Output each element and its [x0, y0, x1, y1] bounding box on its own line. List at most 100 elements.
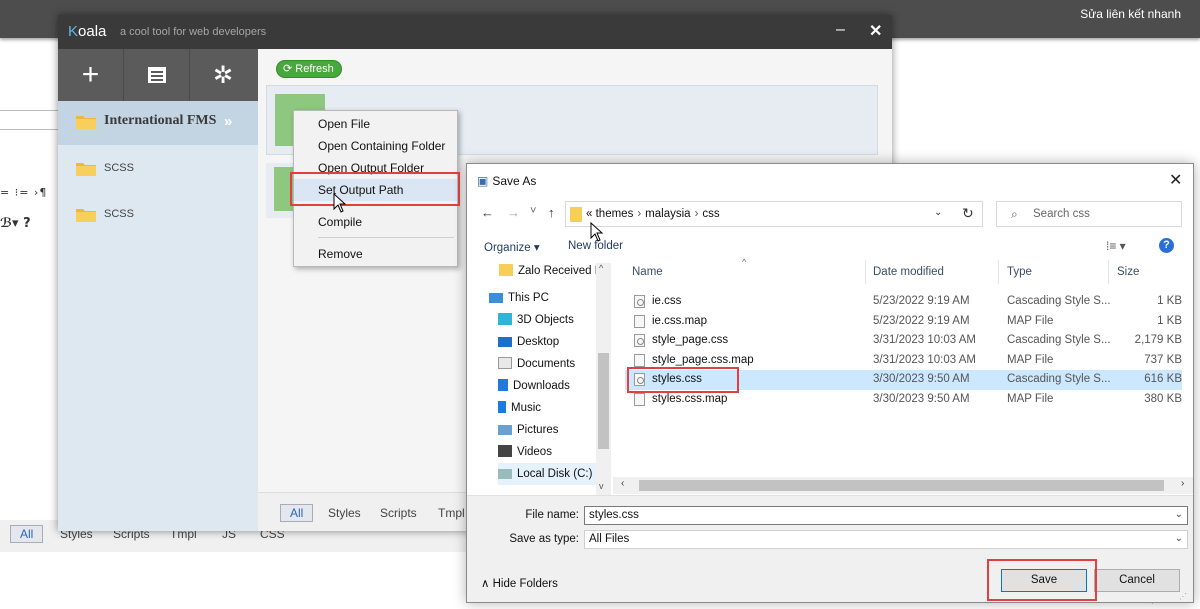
tree-item[interactable]: Videos [498, 441, 552, 463]
tab-scripts[interactable]: Scripts [380, 506, 417, 520]
tree-item[interactable]: Downloads [498, 375, 570, 397]
tree-item[interactable]: Music [498, 397, 541, 419]
css-file-icon [634, 295, 645, 308]
bg-input [0, 110, 62, 130]
folder-icon [570, 207, 582, 222]
tree-item[interactable]: 3D Objects [498, 309, 574, 331]
scroll-down-icon[interactable]: v [599, 481, 604, 491]
pc-icon [489, 293, 503, 303]
highlight-box [290, 172, 460, 206]
plus-icon: + [81, 58, 100, 91]
menu-open-containing-folder[interactable]: Open Containing Folder [294, 135, 457, 157]
search-input[interactable]: ⌕ Search css [996, 201, 1182, 227]
scroll-thumb[interactable] [598, 353, 609, 449]
close-button[interactable]: ✕ [869, 21, 882, 41]
horizontal-scrollbar[interactable]: ‹ › [613, 477, 1193, 494]
column-separator[interactable] [998, 260, 999, 284]
file-row[interactable]: ie.css 5/23/2022 9:19 AM Cascading Style… [625, 292, 1182, 312]
dialog-title: ▣ Save As [477, 174, 537, 188]
refresh-button[interactable]: ⟳ Refresh [276, 60, 342, 78]
column-separator[interactable] [865, 260, 866, 284]
hide-folders-button[interactable]: ∧ Hide Folders [481, 576, 558, 590]
back-button[interactable]: ← [481, 205, 494, 220]
add-project-button[interactable]: + [58, 49, 124, 101]
log-button[interactable] [124, 49, 190, 101]
up-button[interactable]: ↑ [548, 205, 555, 220]
scroll-up-icon[interactable]: ^ [599, 263, 603, 273]
koala-subtitle: a cool tool for web developers [120, 26, 267, 38]
column-size[interactable]: Size [1117, 266, 1139, 278]
bg-tab-all[interactable]: All [10, 525, 44, 543]
tree-item[interactable]: Local Disk (C:) [498, 463, 596, 485]
file-row[interactable]: style_page.css 3/31/2023 10:03 AM Cascad… [625, 331, 1182, 351]
koala-toolbar: + ✲ [58, 49, 258, 101]
file-name-label: File name: [525, 509, 579, 521]
sidebar-item-label: SCSS [104, 162, 134, 174]
mouse-cursor-icon [333, 193, 347, 213]
column-name[interactable]: Name [632, 266, 663, 278]
cube-icon [498, 313, 512, 325]
sidebar-item-scss-2[interactable]: SCSS [58, 194, 258, 238]
column-date-modified[interactable]: Date modified [873, 266, 944, 278]
view-options-icon[interactable]: ⁞≡ ▾ [1106, 239, 1126, 253]
command-bar: Organize ▾ New folder ⁞≡ ▾ ? [467, 234, 1193, 260]
tree-item[interactable]: Desktop [498, 331, 559, 353]
tree-item[interactable]: Pictures [498, 419, 559, 441]
cancel-button[interactable]: Cancel [1094, 569, 1180, 592]
menu-open-file[interactable]: Open File [294, 113, 457, 135]
download-icon [498, 379, 508, 391]
settings-button[interactable]: ✲ [190, 49, 256, 101]
resize-grip[interactable]: ⋰ [1179, 592, 1187, 601]
quick-link[interactable]: Sửa liên kết nhanh [1080, 7, 1181, 21]
refresh-icon: ⟳ [283, 63, 296, 75]
highlight-box [627, 367, 739, 393]
tab-styles[interactable]: Styles [328, 506, 361, 520]
tree-scrollbar[interactable]: ^ v [596, 263, 611, 495]
folder-icon [76, 116, 96, 129]
sidebar-item-international-fms[interactable]: International FMS » [58, 101, 258, 145]
recent-locations-button[interactable]: ˅ [530, 205, 536, 217]
videos-icon [498, 445, 512, 457]
help-icon[interactable]: ? [1159, 238, 1174, 253]
file-name-field[interactable]: styles.css ⌄ [584, 506, 1188, 525]
menu-remove[interactable]: Remove [294, 243, 457, 265]
forward-button[interactable]: → [507, 205, 520, 220]
crumb-css[interactable]: css [702, 208, 719, 220]
file-row[interactable]: ie.css.map 5/23/2022 9:19 AM MAP File 1 … [625, 312, 1182, 332]
chevron-right-icon: » [224, 113, 233, 130]
scroll-left-icon[interactable]: ‹ [621, 478, 624, 489]
crumb-themes[interactable]: themes [596, 208, 634, 220]
tab-tmpl[interactable]: Tmpl [438, 506, 465, 520]
sort-asc-icon: ^ [742, 257, 747, 267]
organize-button[interactable]: Organize ▾ [484, 240, 540, 254]
refresh-icon[interactable]: ↻ [962, 205, 974, 222]
tab-all[interactable]: All [280, 504, 314, 522]
menu-compile[interactable]: Compile [294, 211, 457, 233]
tree-item[interactable]: This PC [489, 287, 549, 309]
breadcrumb: « themes › malaysia › css [586, 208, 720, 220]
gear-icon: ✲ [212, 61, 234, 89]
menu-separator [318, 237, 454, 238]
desktop-icon [498, 337, 512, 347]
address-bar[interactable]: « themes › malaysia › css ⌄ ↻ [565, 201, 983, 227]
tree-item[interactable]: Zalo Received Fi [499, 260, 604, 282]
sidebar-item-scss[interactable]: SCSS [58, 148, 258, 192]
scroll-thumb[interactable] [639, 480, 1164, 491]
editor-toolbar-row-2: ℬ▾ ? [0, 216, 31, 231]
scroll-right-icon[interactable]: › [1181, 478, 1184, 489]
minimize-button[interactable]: – [836, 21, 845, 39]
column-separator[interactable] [1108, 260, 1109, 284]
file-icon [634, 314, 645, 328]
navigation-pane: Zalo Received Fi This PC 3D Objects Desk… [467, 260, 612, 495]
folder-icon [76, 209, 96, 222]
save-as-type-select[interactable]: All Files ⌄ [584, 530, 1188, 549]
crumb-malaysia[interactable]: malaysia [645, 208, 690, 220]
dialog-close-button[interactable]: ✕ [1169, 170, 1182, 190]
search-icon: ⌕ [1011, 207, 1018, 221]
chevron-down-icon[interactable]: ⌄ [934, 207, 942, 218]
new-folder-button[interactable]: New folder [568, 240, 623, 252]
chevron-down-icon[interactable]: ⌄ [1175, 509, 1183, 520]
sidebar-item-label: International FMS [104, 113, 217, 128]
column-type[interactable]: Type [1007, 266, 1032, 278]
tree-item[interactable]: Documents [498, 353, 575, 375]
